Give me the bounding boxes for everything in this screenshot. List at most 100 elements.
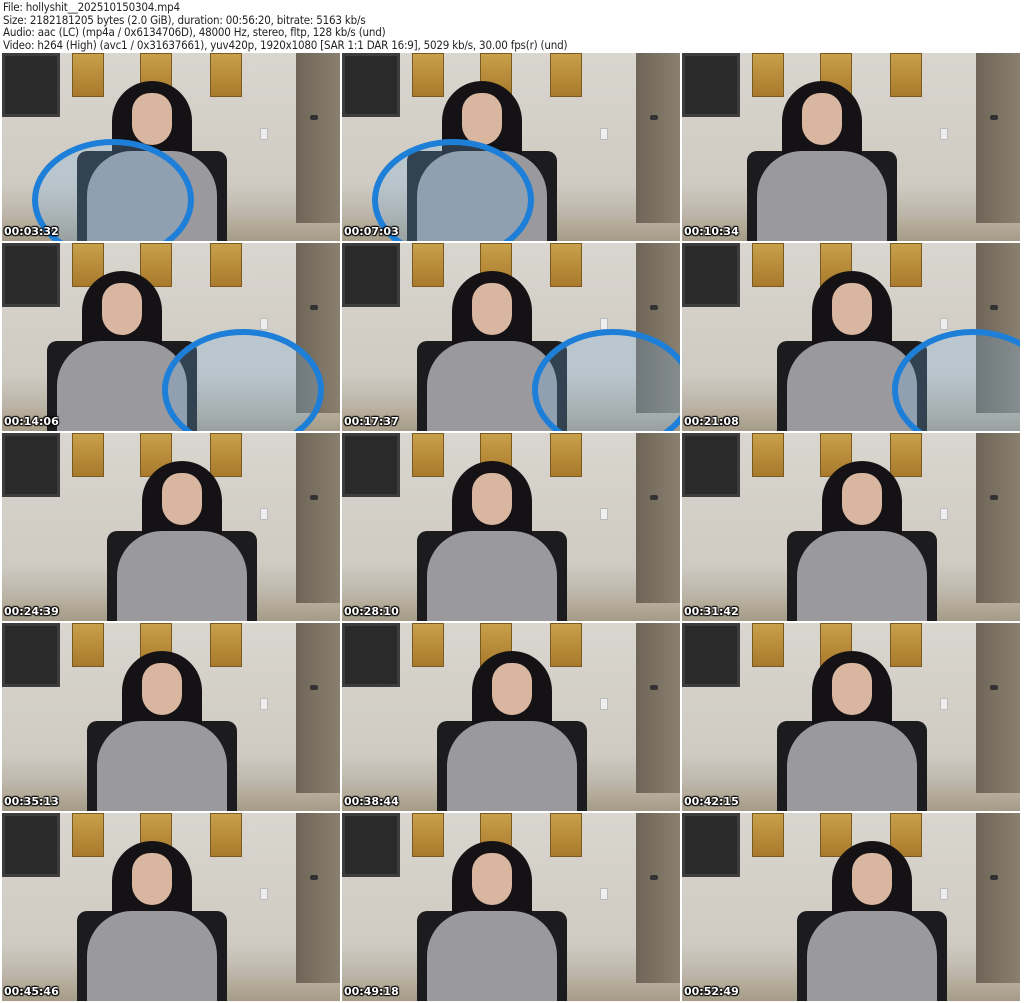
wall-frame bbox=[682, 53, 740, 117]
light-switch bbox=[940, 508, 948, 520]
thumbnail-timestamp: 00:21:08 bbox=[684, 415, 739, 428]
light-switch bbox=[600, 888, 608, 900]
person-sweater bbox=[427, 911, 557, 1001]
thumbnail-timestamp: 00:28:10 bbox=[344, 605, 399, 618]
wall-poster bbox=[210, 813, 242, 857]
wall-poster bbox=[72, 433, 104, 477]
video-thumbnail[interactable]: 00:10:34 bbox=[682, 53, 1020, 241]
door bbox=[636, 813, 680, 983]
video-thumbnail[interactable]: 00:07:03 bbox=[342, 53, 680, 241]
video-thumbnail[interactable]: 00:31:42 bbox=[682, 433, 1020, 621]
door bbox=[636, 433, 680, 603]
video-thumbnail[interactable]: 00:52:49 bbox=[682, 813, 1020, 1001]
light-switch bbox=[260, 888, 268, 900]
light-switch bbox=[260, 128, 268, 140]
wall-poster bbox=[210, 623, 242, 667]
light-switch bbox=[260, 508, 268, 520]
thumbnail-timestamp: 00:03:32 bbox=[4, 225, 59, 238]
video-thumbnail[interactable]: 00:42:15 bbox=[682, 623, 1020, 811]
wall-frame bbox=[342, 433, 400, 497]
person-sweater bbox=[87, 911, 217, 1001]
wall-frame bbox=[2, 813, 60, 877]
door bbox=[976, 813, 1020, 983]
wall-frame bbox=[342, 53, 400, 117]
wall-frame bbox=[682, 243, 740, 307]
wall-poster bbox=[890, 243, 922, 287]
video-thumbnail[interactable]: 00:24:39 bbox=[2, 433, 340, 621]
video-thumbnail[interactable]: 00:28:10 bbox=[342, 433, 680, 621]
wall-poster bbox=[752, 243, 784, 287]
person-face bbox=[842, 473, 882, 525]
wall-poster bbox=[412, 813, 444, 857]
person-face bbox=[132, 853, 172, 905]
wall-poster bbox=[72, 813, 104, 857]
video-thumbnail[interactable]: 00:38:44 bbox=[342, 623, 680, 811]
video-thumbnail[interactable]: 00:21:08 bbox=[682, 243, 1020, 431]
light-switch bbox=[940, 698, 948, 710]
person-sweater bbox=[447, 721, 577, 811]
person-face bbox=[492, 663, 532, 715]
file-info-header: File: hollyshit__202510150304.mp4 Size: … bbox=[3, 1, 568, 51]
wall-frame bbox=[2, 53, 60, 117]
person-face bbox=[472, 283, 512, 335]
person-sweater bbox=[797, 531, 927, 621]
video-thumbnail[interactable]: 00:35:13 bbox=[2, 623, 340, 811]
door bbox=[636, 623, 680, 793]
video-thumbnail[interactable]: 00:45:46 bbox=[2, 813, 340, 1001]
thumbnail-timestamp: 00:52:49 bbox=[684, 985, 739, 998]
person-face bbox=[832, 663, 872, 715]
light-switch bbox=[260, 698, 268, 710]
light-switch bbox=[260, 318, 268, 330]
thumbnail-timestamp: 00:10:34 bbox=[684, 225, 739, 238]
wall-poster bbox=[890, 433, 922, 477]
person-sweater bbox=[807, 911, 937, 1001]
wall-poster bbox=[890, 623, 922, 667]
video-thumbnail[interactable]: 00:03:32 bbox=[2, 53, 340, 241]
wall-poster bbox=[752, 623, 784, 667]
person-sweater bbox=[757, 151, 887, 241]
door bbox=[636, 53, 680, 223]
door bbox=[976, 53, 1020, 223]
person-face bbox=[132, 93, 172, 145]
wall-poster bbox=[210, 243, 242, 287]
person-sweater bbox=[787, 721, 917, 811]
wall-frame bbox=[682, 813, 740, 877]
light-switch bbox=[940, 128, 948, 140]
person-face bbox=[462, 93, 502, 145]
wall-poster bbox=[550, 623, 582, 667]
video-thumbnail[interactable]: 00:14:06 bbox=[2, 243, 340, 431]
wall-frame bbox=[2, 623, 60, 687]
thumbnail-timestamp: 00:07:03 bbox=[344, 225, 399, 238]
wall-poster bbox=[752, 53, 784, 97]
person-face bbox=[162, 473, 202, 525]
person-sweater bbox=[427, 531, 557, 621]
door bbox=[296, 53, 340, 223]
wall-frame bbox=[682, 623, 740, 687]
wall-frame bbox=[2, 243, 60, 307]
wall-poster bbox=[72, 623, 104, 667]
light-switch bbox=[600, 128, 608, 140]
wall-frame bbox=[682, 433, 740, 497]
light-switch bbox=[940, 888, 948, 900]
wall-frame bbox=[342, 623, 400, 687]
person-face bbox=[142, 663, 182, 715]
wall-poster bbox=[752, 433, 784, 477]
audio-info: Audio: aac (LC) (mp4a / 0x6134706D), 480… bbox=[3, 25, 386, 40]
wall-frame bbox=[2, 433, 60, 497]
wall-poster bbox=[890, 53, 922, 97]
door bbox=[976, 623, 1020, 793]
thumbnail-timestamp: 00:31:42 bbox=[684, 605, 739, 618]
video-thumbnail[interactable]: 00:49:18 bbox=[342, 813, 680, 1001]
video-thumbnail[interactable]: 00:17:37 bbox=[342, 243, 680, 431]
wall-poster bbox=[72, 53, 104, 97]
wall-poster bbox=[210, 433, 242, 477]
wall-poster bbox=[412, 243, 444, 287]
door bbox=[296, 623, 340, 793]
wall-poster bbox=[550, 243, 582, 287]
wall-frame bbox=[342, 813, 400, 877]
person-sweater bbox=[117, 531, 247, 621]
thumbnail-grid: 00:03:32 00:07:03 00:10:34 00:14:06 00:17:37… bbox=[2, 53, 1022, 1001]
thumbnail-timestamp: 00:14:06 bbox=[4, 415, 59, 428]
person-face bbox=[102, 283, 142, 335]
wall-poster bbox=[210, 53, 242, 97]
